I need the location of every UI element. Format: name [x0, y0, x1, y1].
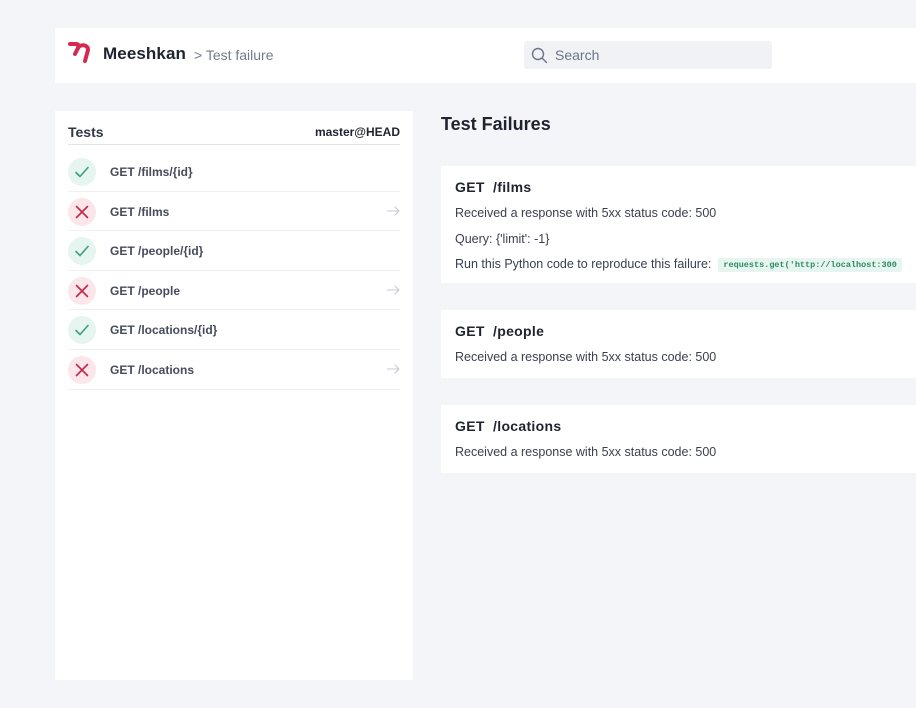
- app-frame: Meeshkan > Test failure Tests master@HEA…: [0, 0, 916, 708]
- test-row[interactable]: GET /people: [68, 271, 400, 311]
- cross-icon: [75, 205, 89, 218]
- test-row[interactable]: GET /locations/{id}: [68, 310, 400, 350]
- code-snippet[interactable]: requests.get('http://localhost:300: [718, 258, 902, 272]
- check-icon: [75, 245, 89, 257]
- status-badge: [68, 237, 96, 266]
- cross-icon: [75, 284, 89, 298]
- test-list: GET /films/{id} GET /films GET /people/{…: [68, 152, 400, 390]
- test-row[interactable]: GET /films: [68, 192, 400, 232]
- test-label: GET /locations: [110, 362, 195, 377]
- test-row[interactable]: GET /people/{id}: [68, 231, 400, 271]
- test-label: GET /people/{id}: [110, 244, 204, 259]
- failure-query: Query: {'limit': -1}: [455, 232, 550, 246]
- search-input[interactable]: [555, 45, 760, 65]
- test-label: GET /films/{id}: [110, 165, 193, 179]
- status-badge: [68, 355, 96, 384]
- test-label: GET /films: [110, 204, 170, 219]
- top-bar: Meeshkan > Test failure: [55, 28, 916, 83]
- breadcrumb: > Test failure: [194, 47, 274, 63]
- search-icon: [531, 47, 548, 64]
- tests-panel-title: Tests: [68, 124, 104, 140]
- tests-panel: Tests master@HEAD GET /films/{id} GET /f…: [55, 111, 413, 680]
- test-label: GET /people: [110, 283, 181, 298]
- status-badge: [68, 276, 96, 305]
- arrow-right-icon[interactable]: [387, 206, 400, 216]
- meeshkan-logo-icon[interactable]: [68, 40, 92, 64]
- reproduce-line: Run this Python code to reproduce this f…: [455, 257, 902, 272]
- failure-message: Received a response with 5xx status code…: [455, 206, 717, 220]
- status-badge: [68, 316, 96, 345]
- arrow-right-icon[interactable]: [387, 285, 400, 295]
- test-row[interactable]: GET /locations: [68, 350, 400, 390]
- failure-message: Received a response with 5xx status code…: [455, 445, 717, 459]
- failure-card: GET /films Received a response with 5xx …: [441, 166, 916, 283]
- branch-label[interactable]: master@HEAD: [315, 125, 400, 139]
- status-badge: [68, 158, 96, 186]
- search-box[interactable]: [524, 41, 772, 69]
- page-title: Test Failures: [441, 114, 551, 134]
- check-icon: [75, 325, 89, 336]
- brand-name[interactable]: Meeshkan: [103, 44, 186, 64]
- test-label: GET /locations/{id}: [110, 323, 218, 338]
- reproduce-label: Run this Python code to reproduce this f…: [455, 257, 712, 271]
- check-icon: [75, 166, 89, 178]
- status-badge: [68, 197, 96, 226]
- failure-title: GET /people: [455, 323, 545, 339]
- test-row[interactable]: GET /films/{id}: [68, 152, 400, 192]
- cross-icon: [75, 363, 89, 377]
- failure-title: GET /films: [455, 179, 532, 195]
- failure-title: GET /locations: [455, 418, 562, 434]
- failure-card: GET /people Received a response with 5xx…: [441, 310, 916, 378]
- arrow-right-icon[interactable]: [387, 364, 400, 374]
- failure-message: Received a response with 5xx status code…: [455, 350, 717, 364]
- failure-card: GET /locations Received a response with …: [441, 405, 916, 473]
- tests-panel-header: Tests master@HEAD: [68, 123, 400, 145]
